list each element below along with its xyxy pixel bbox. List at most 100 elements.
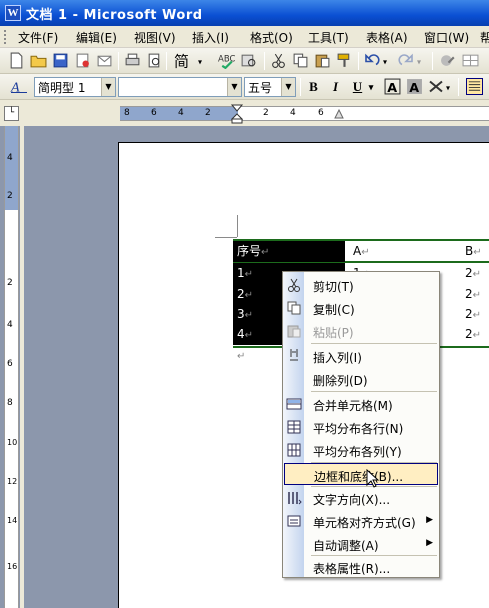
ruler-number: 10: [7, 438, 18, 447]
styles-formatting-icon[interactable]: A: [10, 78, 30, 95]
chevron-down-icon[interactable]: ▾: [366, 78, 376, 96]
toolbar-separator: [458, 78, 459, 96]
menu-insert[interactable]: 插入(I): [192, 29, 229, 46]
menu-item-distribute-columns[interactable]: 平均分布各列(Y): [283, 439, 439, 461]
svg-text:ABC: ABC: [218, 55, 235, 65]
menu-help[interactable]: 帮: [480, 29, 489, 46]
chevron-down-icon[interactable]: ▼: [101, 78, 115, 96]
hyperlink-icon[interactable]: [440, 52, 457, 69]
svg-text:A: A: [387, 81, 397, 95]
ruler-number: 2: [7, 191, 13, 201]
paste-icon[interactable]: [314, 52, 331, 69]
menu-tools[interactable]: 工具(T): [308, 29, 349, 46]
spelling-icon[interactable]: ABC: [218, 52, 235, 69]
table-cell[interactable]: B↵: [461, 241, 489, 262]
end-of-cell-mark: ↵: [472, 269, 482, 280]
character-border-icon[interactable]: A: [384, 78, 401, 95]
table-cell[interactable]: A↵: [349, 241, 459, 262]
ruler-number: 4: [7, 153, 13, 163]
menu-item-label: 粘贴(P): [313, 326, 354, 340]
toolbar-separator: [432, 52, 433, 70]
chevron-down-icon[interactable]: ▼: [281, 78, 295, 96]
character-shading-icon[interactable]: A: [406, 78, 423, 95]
vertical-ruler[interactable]: 4 2 2 4 6 8 10 12 14 16: [4, 126, 19, 608]
print-icon[interactable]: [124, 52, 141, 69]
menu-item-label: 删除列(D): [313, 374, 368, 388]
cut-icon[interactable]: [270, 52, 287, 69]
menu-item-table-properties[interactable]: 表格属性(R)...: [283, 556, 439, 578]
save-icon[interactable]: [52, 52, 69, 69]
cell-align-icon: [287, 515, 301, 527]
redo-icon[interactable]: ▾: [398, 52, 426, 69]
italic-button[interactable]: I: [326, 78, 345, 96]
word-app-icon[interactable]: W: [5, 5, 21, 21]
menu-separator: [311, 391, 437, 392]
bold-button[interactable]: B: [304, 78, 323, 96]
cell-text: 2: [237, 287, 245, 301]
indent-marker-icon[interactable]: [231, 104, 243, 124]
open-folder-icon[interactable]: [30, 52, 47, 69]
menu-item-text-direction[interactable]: 文字方向(X)...: [283, 487, 439, 509]
format-painter-icon[interactable]: [336, 52, 353, 69]
menu-item-merge-cells[interactable]: 合并单元格(M): [283, 393, 439, 415]
table-cell[interactable]: 2↵: [461, 304, 489, 325]
research-icon[interactable]: [240, 52, 257, 69]
menu-item-label: 边框和底纹(B)...: [314, 470, 404, 484]
table-cell-selected[interactable]: 序号↵: [233, 241, 345, 262]
menu-item-delete-column[interactable]: 删除列(D): [283, 368, 439, 390]
tab-selector-button[interactable]: └: [4, 106, 19, 121]
cell-text: B: [465, 244, 474, 258]
ruler-number: 2: [263, 108, 269, 118]
font-combobox[interactable]: ▼: [118, 77, 242, 97]
style-combobox[interactable]: 简明型 1 ▼: [34, 77, 116, 97]
menu-window[interactable]: 窗口(W): [424, 29, 469, 46]
menu-table[interactable]: 表格(A): [366, 29, 408, 46]
menu-item-insert-column[interactable]: 插入列(I): [283, 345, 439, 367]
new-document-icon[interactable]: [8, 52, 25, 69]
menu-item-cell-alignment[interactable]: 单元格对齐方式(G) ▶: [283, 510, 439, 532]
column-marker-icon[interactable]: [334, 109, 344, 119]
svg-text:简: 简: [174, 53, 189, 70]
table-cell[interactable]: 2↵: [461, 324, 489, 345]
table-cell[interactable]: 2↵: [461, 263, 489, 284]
menu-item-autofit[interactable]: 自动调整(A) ▶: [283, 533, 439, 555]
menu-item-label: 复制(C): [313, 303, 355, 317]
svg-text:▾: ▾: [198, 58, 202, 67]
menu-item-copy[interactable]: 复制(C): [283, 297, 439, 319]
ruler-number: 8: [7, 398, 13, 408]
copy-icon[interactable]: [292, 52, 309, 69]
tables-borders-icon[interactable]: [462, 52, 479, 69]
font-size-combobox[interactable]: 五号 ▼: [244, 77, 296, 97]
email-icon[interactable]: [96, 52, 113, 69]
menu-item-borders-shading[interactable]: 边框和底纹(B)...: [284, 463, 438, 485]
toolbar-separator: [300, 78, 301, 96]
menubar-grip[interactable]: [4, 30, 7, 44]
table-cell[interactable]: 2↵: [461, 284, 489, 305]
print-preview-icon[interactable]: [146, 52, 163, 69]
menu-item-label: 文字方向(X)...: [313, 493, 391, 507]
menu-edit[interactable]: 编辑(E): [76, 29, 117, 46]
title-bar: W 文档 1 - Microsoft Word: [0, 0, 489, 26]
left-gutter: [20, 126, 24, 608]
menu-item-paste[interactable]: 粘贴(P): [283, 320, 439, 342]
menu-separator: [311, 343, 437, 344]
ruler-number: 4: [178, 108, 184, 118]
menu-item-distribute-rows[interactable]: 平均分布各行(N): [283, 416, 439, 438]
menu-format[interactable]: 格式(O): [250, 29, 293, 46]
submenu-arrow-icon: ▶: [426, 538, 433, 548]
character-scaling-icon[interactable]: ▾: [428, 78, 454, 95]
traditional-simplified-icon[interactable]: 简 ▾: [172, 52, 212, 70]
permission-icon[interactable]: [74, 52, 91, 69]
underline-button[interactable]: U: [348, 78, 367, 96]
text-direction-icon: [288, 492, 302, 505]
chevron-down-icon[interactable]: ▼: [227, 78, 241, 96]
submenu-arrow-icon: ▶: [426, 515, 433, 525]
align-justify-icon[interactable]: [466, 78, 483, 95]
ruler-bar: └ 8 6 4 2 2 4 6: [0, 100, 489, 126]
scissors-icon: [288, 278, 300, 292]
menu-item-cut[interactable]: 剪切(T): [283, 274, 439, 296]
menu-file[interactable]: 文件(F): [18, 29, 58, 46]
horizontal-ruler[interactable]: 8 6 4 2 2 4 6: [120, 104, 489, 124]
menu-view[interactable]: 视图(V): [134, 29, 176, 46]
undo-icon[interactable]: ▾: [364, 52, 392, 69]
